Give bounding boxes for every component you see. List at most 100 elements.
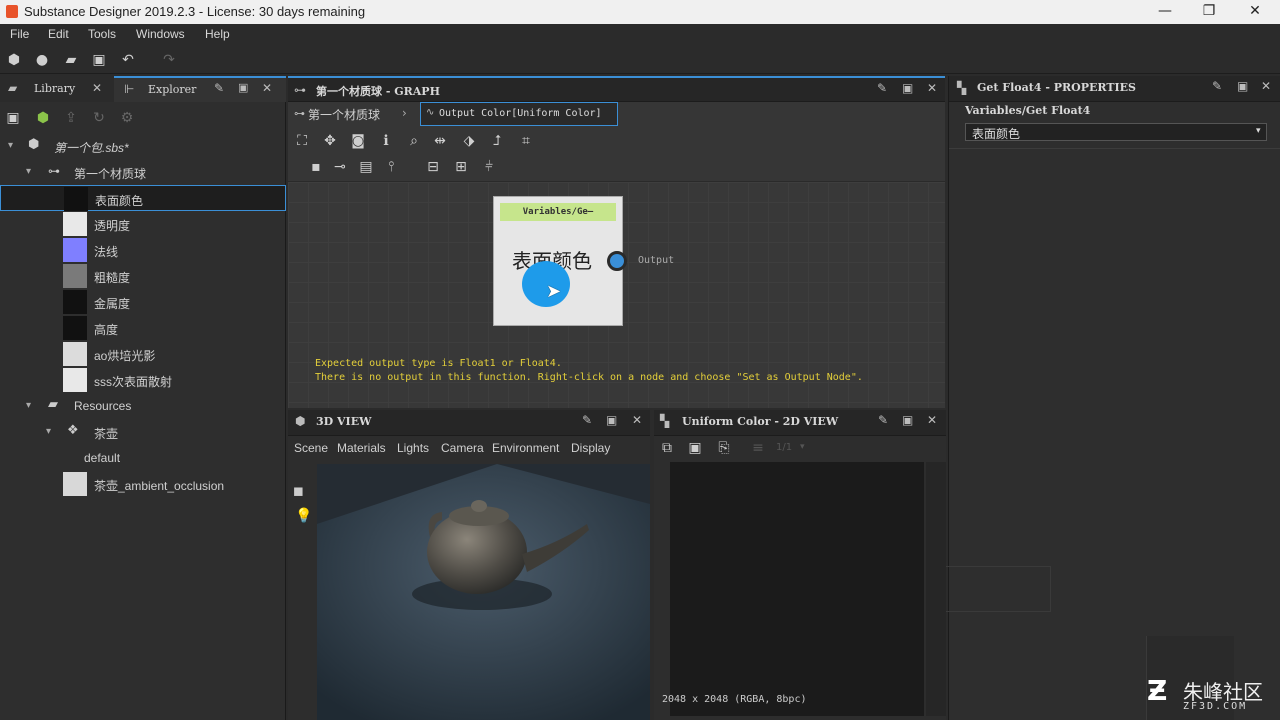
frame-icon[interactable]: ▤: [357, 159, 375, 175]
list-item[interactable]: 金属度: [0, 289, 286, 315]
divider: [949, 148, 1280, 149]
close-2d-view-icon[interactable]: ✕: [927, 413, 937, 427]
menu-tools[interactable]: Tools: [88, 27, 116, 41]
close-3d-view-icon[interactable]: ✕: [632, 413, 642, 427]
menu-edit[interactable]: Edit: [48, 27, 69, 41]
new-package-icon[interactable]: ⬢: [5, 52, 23, 68]
maximize-panel-icon[interactable]: ▣: [238, 81, 248, 94]
info-icon[interactable]: ℹ: [377, 133, 395, 149]
distribute-icon[interactable]: ⫩: [480, 159, 498, 175]
tree-package[interactable]: ▾ ⬢ 第一个包.sbs*: [0, 133, 286, 159]
menu-environment[interactable]: Environment: [492, 441, 559, 455]
menu-lights[interactable]: Lights: [397, 441, 429, 455]
menu-windows[interactable]: Windows: [136, 27, 185, 41]
pin-icon[interactable]: ✎: [582, 413, 592, 427]
channel-value[interactable]: 1/1: [776, 442, 792, 453]
close-graph-icon[interactable]: ✕: [927, 81, 937, 95]
graph-node[interactable]: Variables/Ge— 表面颜色 ➤: [493, 196, 623, 326]
publish-icon[interactable]: ⇪: [62, 110, 80, 126]
align-icon[interactable]: ⇹: [431, 133, 449, 149]
minimize-button[interactable]: —: [1142, 0, 1188, 24]
breadcrumb: ⊶ 第一个材质球 › ∿ Output Color[Uniform Color]: [288, 102, 945, 128]
screenshot-icon[interactable]: ◙: [349, 133, 367, 149]
close-library-icon[interactable]: ✕: [92, 81, 102, 95]
pin-icon[interactable]: ✎: [1212, 79, 1222, 93]
light-icon[interactable]: 💡: [295, 508, 312, 524]
chevron-down-icon[interactable]: ▾: [26, 166, 31, 177]
close-properties-icon[interactable]: ✕: [1261, 79, 1271, 93]
chevron-down-icon[interactable]: ▾: [1256, 126, 1261, 136]
copy-icon[interactable]: ⎘: [715, 440, 733, 456]
tree-resources[interactable]: ▾ ▰ Resources: [0, 393, 286, 419]
list-item[interactable]: ao烘培光影: [0, 341, 286, 367]
menu-scene[interactable]: Scene: [294, 441, 328, 455]
new-item-icon[interactable]: ⬢: [34, 110, 52, 126]
undo-icon[interactable]: ↶: [119, 52, 137, 68]
dot-node-icon[interactable]: ⫯: [382, 159, 400, 175]
new-graph-icon[interactable]: ●: [33, 52, 51, 68]
restore-button[interactable]: ❐: [1186, 0, 1232, 24]
close-explorer-icon[interactable]: ✕: [262, 81, 272, 95]
tree-ao-resource[interactable]: 茶壶_ambient_occlusion: [0, 471, 286, 497]
tree-mesh-default[interactable]: default: [0, 445, 286, 471]
tab-library[interactable]: ▰ Library ✕: [0, 76, 114, 102]
align-horizontal-icon[interactable]: ⊟: [424, 159, 442, 175]
connect-icon[interactable]: ⬗: [460, 133, 478, 149]
save-package-icon[interactable]: ▣: [4, 110, 22, 126]
camera-icon[interactable]: ◼: [293, 484, 304, 499]
title-bar: Substance Designer 2019.2.3 - License: 3…: [0, 0, 1280, 24]
list-item[interactable]: 法线: [0, 237, 286, 263]
menu-file[interactable]: File: [10, 27, 29, 41]
variable-select[interactable]: 表面颜色 ▾: [965, 123, 1267, 141]
image-icon: ▚: [660, 414, 670, 428]
fit-view-icon[interactable]: ⧉: [658, 440, 676, 456]
list-item[interactable]: 粗糙度: [0, 263, 286, 289]
chevron-down-icon[interactable]: ▾: [800, 442, 805, 452]
scrollbar[interactable]: [926, 462, 946, 716]
pin-icon[interactable]: ✎: [214, 81, 224, 95]
save-icon[interactable]: ▣: [90, 52, 108, 68]
maximize-panel-icon[interactable]: ▣: [902, 413, 913, 427]
tree-graph[interactable]: ▾ ⊶ 第一个材质球: [0, 159, 286, 185]
search-icon[interactable]: ⌕: [405, 133, 423, 149]
pin-node-icon[interactable]: ⊸: [331, 159, 349, 175]
watermark-url: ZF3D.COM: [1183, 701, 1248, 712]
breadcrumb-current[interactable]: ∿ Output Color[Uniform Color]: [420, 102, 618, 126]
link-icon[interactable]: ⮥: [488, 133, 506, 149]
redo-icon[interactable]: ↷: [160, 52, 178, 68]
align-vertical-icon[interactable]: ⊞: [452, 159, 470, 175]
chevron-down-icon[interactable]: ▾: [26, 400, 31, 411]
save-image-icon[interactable]: ▣: [686, 440, 704, 456]
3d-viewport[interactable]: [317, 464, 650, 720]
menu-help[interactable]: Help: [205, 27, 230, 41]
maximize-panel-icon[interactable]: ▣: [1237, 79, 1248, 93]
output-connector[interactable]: [607, 251, 627, 271]
open-folder-icon[interactable]: ▰: [62, 52, 80, 68]
list-item[interactable]: 高度: [0, 315, 286, 341]
channels-icon[interactable]: ≡: [749, 440, 767, 456]
settings-icon[interactable]: ⚙: [118, 110, 136, 126]
list-item[interactable]: sss次表面散射: [0, 367, 286, 393]
pin-icon[interactable]: ✎: [878, 413, 888, 427]
pin-icon[interactable]: ✎: [877, 81, 887, 95]
tab-explorer[interactable]: ⊩ Explorer ✎ ▣ ✕: [114, 76, 286, 102]
reload-icon[interactable]: ↻: [90, 110, 108, 126]
maximize-panel-icon[interactable]: ▣: [606, 413, 617, 427]
chevron-down-icon[interactable]: ▾: [8, 140, 13, 151]
maximize-panel-icon[interactable]: ▣: [902, 81, 913, 95]
chevron-down-icon[interactable]: ▾: [46, 426, 51, 437]
pan-icon[interactable]: ✥: [321, 133, 339, 149]
breadcrumb-root[interactable]: 第一个材质球: [308, 106, 380, 123]
close-window-button[interactable]: ✕: [1232, 0, 1278, 24]
list-item[interactable]: 透明度: [0, 211, 286, 237]
frame-all-icon[interactable]: ⛶: [293, 133, 311, 149]
crop-icon[interactable]: ⌗: [517, 133, 535, 149]
menu-materials[interactable]: Materials: [337, 441, 386, 455]
menu-camera[interactable]: Camera: [441, 441, 484, 455]
list-item[interactable]: 表面颜色: [0, 185, 286, 211]
comment-icon[interactable]: ▪: [307, 159, 325, 175]
tree-mesh[interactable]: ▾ ❖ 茶壶: [0, 419, 286, 445]
menu-display[interactable]: Display: [571, 441, 610, 455]
graph-canvas[interactable]: Variables/Ge— 表面颜色 ➤ Output Expected out…: [288, 182, 945, 408]
2d-viewport[interactable]: [670, 462, 924, 716]
